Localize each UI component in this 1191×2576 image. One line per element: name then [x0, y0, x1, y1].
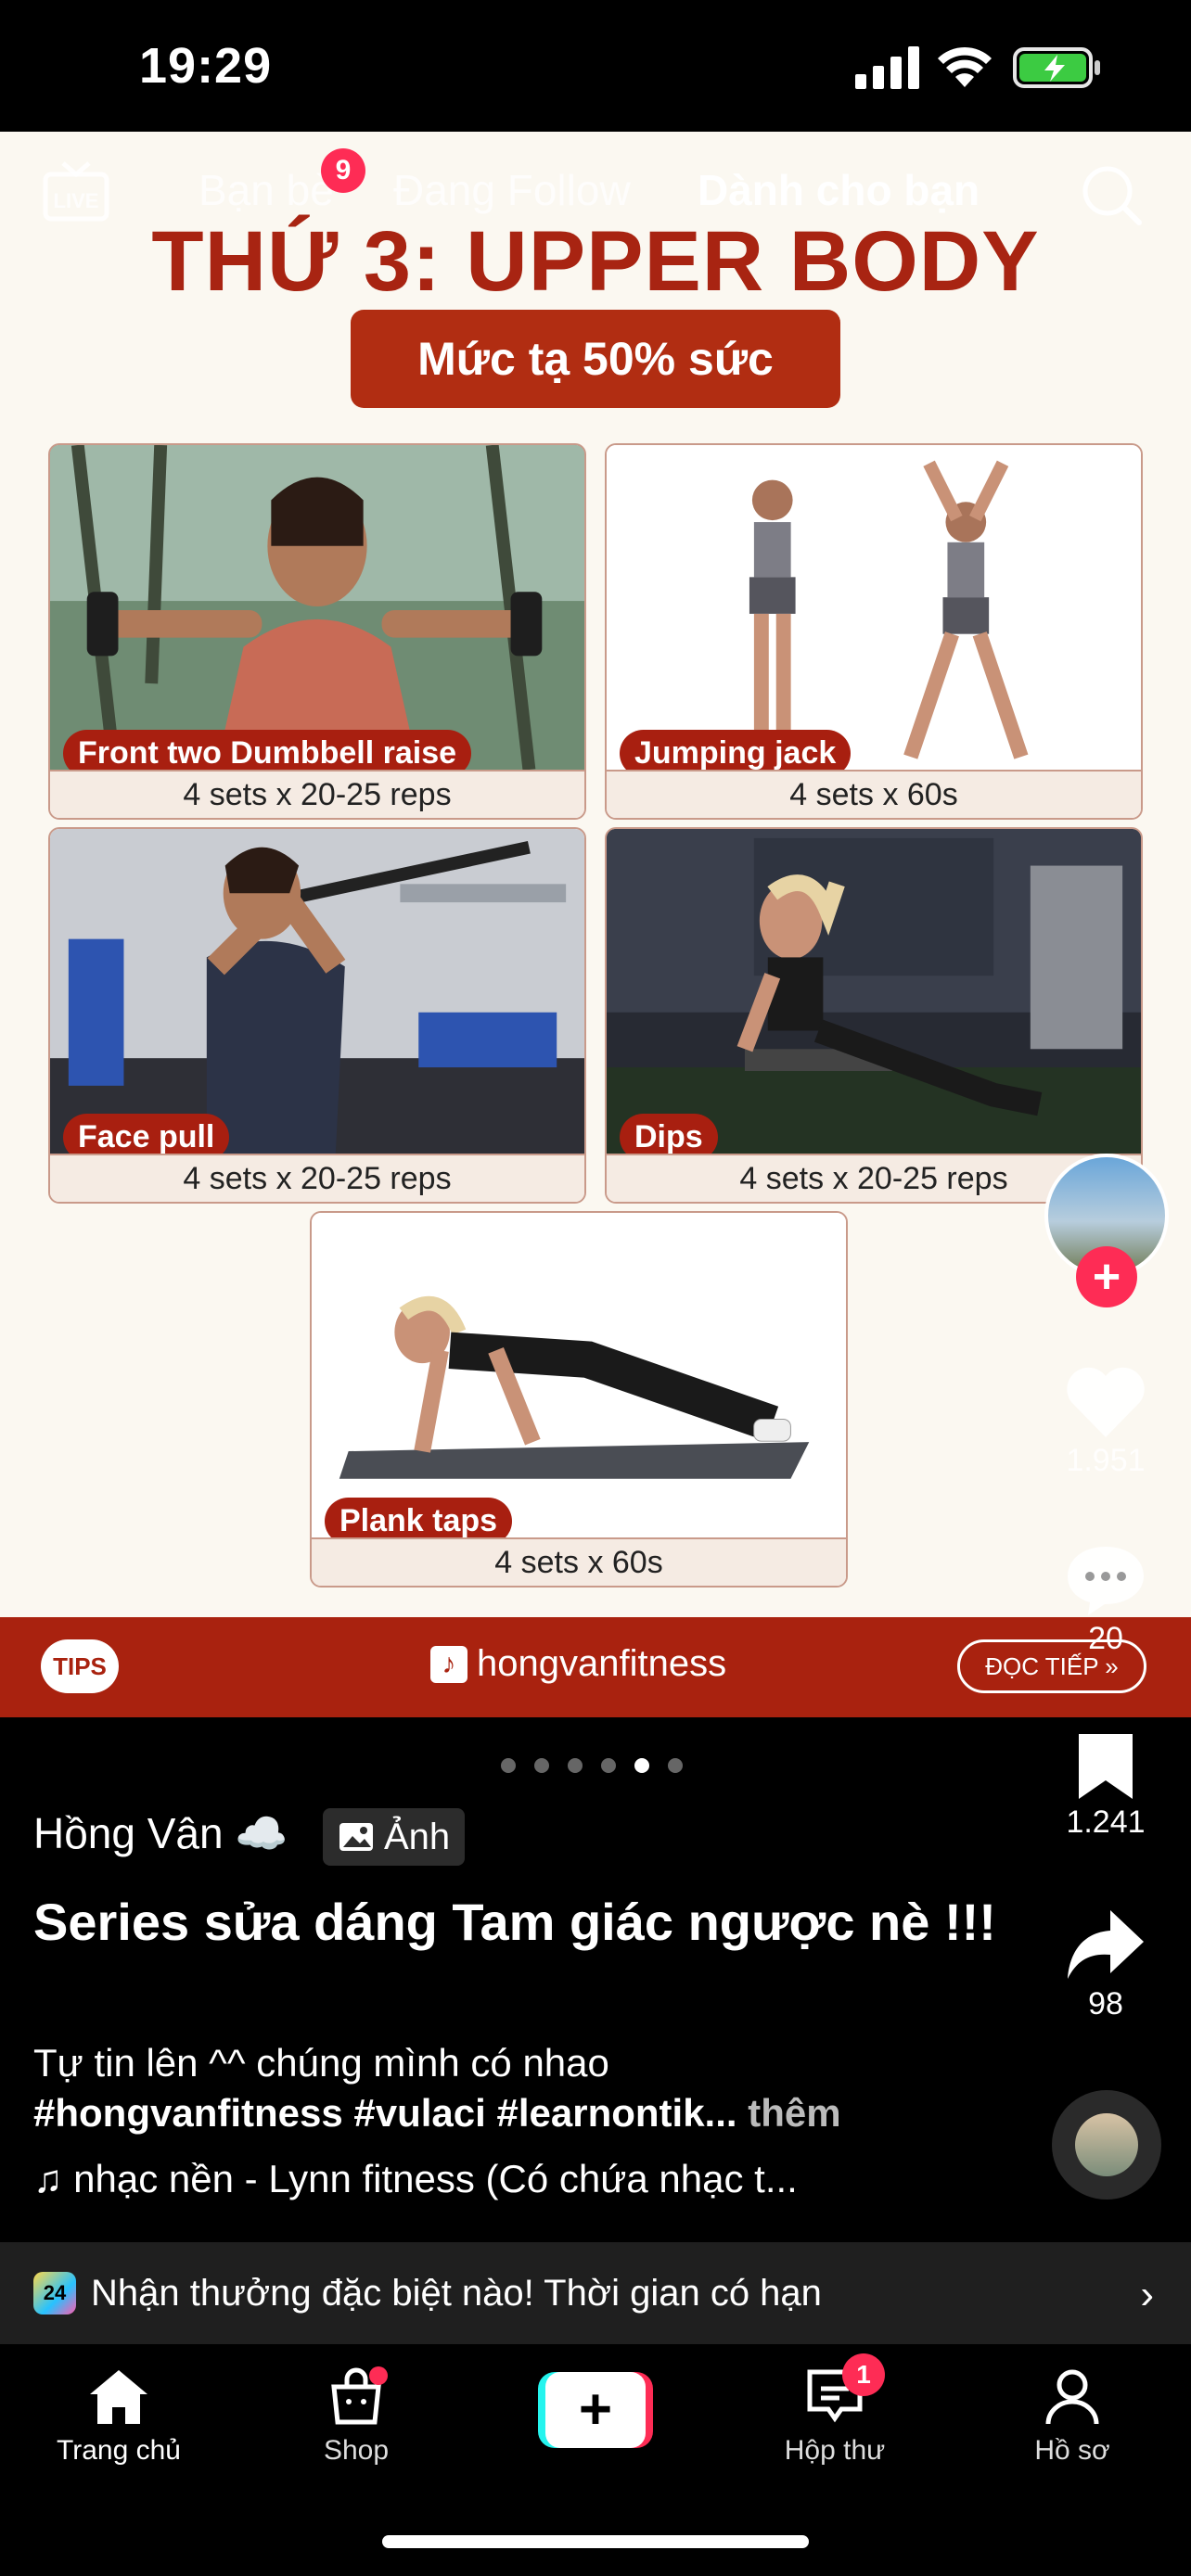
- photo-type-label: Ảnh: [384, 1816, 451, 1857]
- tab-home[interactable]: Trang chủ: [35, 2366, 202, 2467]
- post-subheadline: Mức tạ 50% sức: [351, 310, 840, 408]
- post-image[interactable]: THỨ 3: UPPER BODY Mức tạ 50% sức Front t…: [0, 132, 1191, 1717]
- promo-banner[interactable]: 24 Nhận thưởng đặc biệt nào! Thời gian c…: [0, 2242, 1191, 2344]
- comment-button[interactable]: 20: [1048, 1543, 1163, 1657]
- exercise-photo: [50, 829, 584, 1154]
- status-bar: 19:29: [0, 0, 1191, 132]
- carousel-dot[interactable]: [534, 1758, 549, 1773]
- status-time: 19:29: [139, 38, 273, 94]
- heart-icon: [1067, 1367, 1145, 1437]
- carousel-dot-active[interactable]: [634, 1758, 649, 1773]
- home-indicator: [382, 2535, 809, 2548]
- gift-24-icon: 24: [33, 2272, 76, 2315]
- carousel-dot[interactable]: [568, 1758, 583, 1773]
- inbox-badge: 1: [842, 2353, 885, 2396]
- brand-name: hongvanfitness: [477, 1643, 727, 1684]
- carousel-indicator: [501, 1758, 683, 1773]
- follow-button[interactable]: +: [1076, 1246, 1137, 1307]
- tiktok-logo-icon: ♪: [430, 1645, 467, 1683]
- home-icon: [90, 2370, 147, 2424]
- see-more-link[interactable]: thêm: [737, 2091, 840, 2135]
- exercise-card: Dips 4 sets x 20-25 reps: [605, 827, 1143, 1204]
- tab-shop-label: Shop: [323, 2435, 390, 2466]
- exercise-reps: 4 sets x 20-25 reps: [50, 770, 584, 818]
- shop-notification-dot: [369, 2366, 388, 2385]
- promo-text: Nhận thưởng đặc biệt nào! Thời gian có h…: [91, 2272, 822, 2314]
- tab-inbox-label: Hộp thư: [784, 2435, 886, 2466]
- carousel-dot[interactable]: [601, 1758, 616, 1773]
- exercise-reps: 4 sets x 60s: [312, 1537, 846, 1586]
- post-footer-bar: TIPS ♪ hongvanfitness ĐỌC TIẾP »: [0, 1617, 1191, 1717]
- tab-home-label: Trang chủ: [57, 2435, 181, 2466]
- author-name[interactable]: Hồng Vân ☁️: [33, 1808, 288, 1859]
- image-icon: [339, 1823, 373, 1851]
- share-button[interactable]: 98: [1048, 1906, 1163, 2022]
- photo-type-chip: Ảnh: [323, 1808, 466, 1866]
- tab-friends[interactable]: Bạn bè: [198, 165, 334, 215]
- save-button[interactable]: 1.241: [1048, 1730, 1163, 1841]
- cellular-signal-icon: [855, 46, 919, 89]
- tab-shop[interactable]: Shop: [273, 2366, 440, 2467]
- music-cover-icon: [1075, 2113, 1138, 2176]
- top-nav: LIVE Bạn bè 9 Đang Follow Dành cho bạn: [0, 139, 1191, 241]
- like-count: 1.951: [1066, 1443, 1146, 1478]
- comment-count: 20: [1088, 1621, 1123, 1656]
- create-button[interactable]: +: [538, 2372, 653, 2448]
- profile-icon: [1045, 2369, 1099, 2425]
- post-description[interactable]: Tự tin lên ^^ chúng mình có nhao #hongva…: [33, 2038, 1017, 2138]
- exercise-card: Face pull 4 sets x 20-25 reps: [48, 827, 586, 1204]
- exercise-photo: [607, 829, 1141, 1154]
- like-button[interactable]: 1.951: [1048, 1365, 1163, 1479]
- hashtags[interactable]: #hongvanfitness #vulaci #learnontik...: [33, 2091, 737, 2135]
- tab-inbox[interactable]: 1 Hộp thư: [751, 2353, 918, 2467]
- comment-icon: [1068, 1547, 1144, 1615]
- bookmark-icon: [1079, 1734, 1133, 1799]
- exercise-reps: 4 sets x 60s: [607, 770, 1141, 818]
- tab-following[interactable]: Đang Follow: [393, 165, 631, 215]
- tab-for-you[interactable]: Dành cho bạn: [698, 165, 980, 215]
- share-icon: [1068, 1910, 1144, 1979]
- share-count: 98: [1088, 1986, 1123, 2021]
- exercise-photo: [50, 445, 584, 770]
- post-title: Series sửa dáng Tam giác ngược nè !!!: [33, 1893, 996, 1951]
- battery-charging-icon: [1013, 47, 1100, 88]
- tips-badge: TIPS: [41, 1639, 119, 1693]
- tab-profile[interactable]: Hồ sơ: [989, 2366, 1156, 2467]
- exercise-card: Plank taps 4 sets x 60s: [310, 1211, 848, 1588]
- description-text: Tự tin lên ^^ chúng mình có nhao: [33, 2041, 609, 2085]
- exercise-card: Jumping jack 4 sets x 60s: [605, 443, 1143, 820]
- live-label: LIVE: [54, 189, 99, 212]
- exercise-card: Front two Dumbbell raise 4 sets x 20-25 …: [48, 443, 586, 820]
- exercise-photo: [607, 445, 1141, 770]
- carousel-dot[interactable]: [668, 1758, 683, 1773]
- search-icon[interactable]: [1080, 163, 1143, 226]
- save-count: 1.241: [1066, 1804, 1146, 1840]
- live-icon[interactable]: LIVE: [43, 161, 109, 223]
- brand-handle: ♪ hongvanfitness: [430, 1643, 726, 1685]
- plus-icon: +: [545, 2372, 646, 2448]
- carousel-dot[interactable]: [501, 1758, 516, 1773]
- music-disc[interactable]: [1052, 2090, 1161, 2200]
- chevron-right-icon: ›: [1140, 2272, 1154, 2317]
- exercise-photo: [312, 1213, 846, 1537]
- friends-notification-badge: 9: [321, 148, 365, 193]
- exercise-reps: 4 sets x 20-25 reps: [50, 1154, 584, 1202]
- wifi-icon: [938, 46, 992, 87]
- music-track[interactable]: ♫ nhạc nền - Lynn fitness (Có chứa nhạc …: [33, 2157, 798, 2201]
- tab-profile-label: Hồ sơ: [1034, 2435, 1110, 2466]
